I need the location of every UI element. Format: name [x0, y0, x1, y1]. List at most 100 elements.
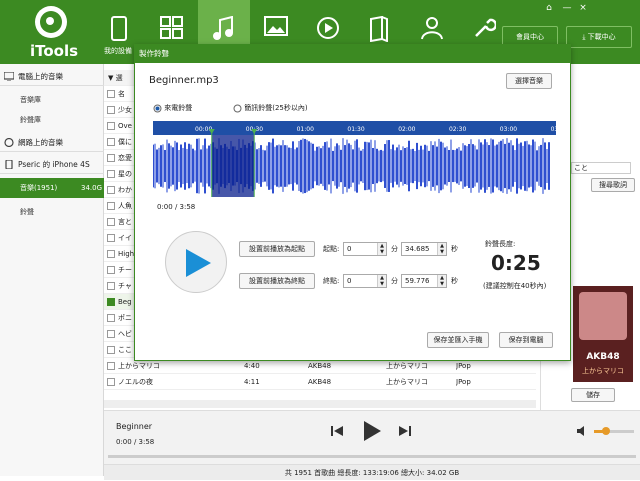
- start-label: 起點:: [323, 245, 340, 253]
- row-title: High: [118, 250, 135, 258]
- sidebar-device[interactable]: Pseric 的 iPhone 4S: [0, 156, 104, 174]
- sidebar-section-online-label: 網路上的音樂: [18, 138, 63, 147]
- sidebar-item-device-music[interactable]: 音樂(1951) 34.0G: [0, 178, 104, 198]
- row-title: チー: [118, 266, 132, 274]
- sidebar-item-device-music-label: 音樂(1951): [20, 184, 58, 192]
- row-checkbox[interactable]: [107, 202, 115, 210]
- list-scrollbar[interactable]: [104, 400, 536, 408]
- row-checkbox[interactable]: [107, 218, 115, 226]
- row-checkbox[interactable]: [107, 122, 115, 130]
- sidebar-device-label: Pseric 的 iPhone 4S: [18, 160, 90, 169]
- sidebar-item-device-ringtone[interactable]: 鈴聲: [0, 202, 104, 222]
- ringtone-dialog: 製作鈴聲 Beginner.mp3 選擇音樂 來電鈴聲 簡訊鈴聲(25秒以內) …: [134, 44, 571, 361]
- row-checkbox[interactable]: [107, 266, 115, 274]
- row-title: Beg: [118, 298, 132, 306]
- tick-label: 01:30: [347, 126, 364, 133]
- radio-sms[interactable]: 簡訊鈴聲(25秒以內): [233, 103, 308, 113]
- row-checkbox[interactable]: [107, 90, 115, 98]
- row-checkbox[interactable]: [107, 170, 115, 178]
- sidebar-item-ringtone-library[interactable]: 鈴聲庫: [0, 110, 104, 130]
- home-icon[interactable]: ⌂: [542, 2, 556, 14]
- row-title: 人魚: [118, 202, 132, 210]
- dialog-title: 製作鈴聲: [135, 45, 570, 63]
- tick-label: 03:30: [551, 126, 556, 133]
- player-time: 0:00 / 3:58: [116, 438, 155, 446]
- row-checkbox[interactable]: [107, 362, 115, 370]
- row-title: 言と: [118, 218, 132, 226]
- row-checkbox[interactable]: [107, 154, 115, 162]
- tick-label: 02:30: [449, 126, 466, 133]
- length-value: 0:25: [491, 251, 541, 275]
- length-hint: (建議控制在40秒內): [483, 282, 547, 290]
- waveform-time: 0:00 / 3:58: [157, 203, 196, 211]
- sidebar-section-computer-label: 電腦上的音樂: [18, 72, 63, 81]
- album-cover: AKB48 上からマリコ: [573, 286, 633, 382]
- play-icon[interactable]: [362, 420, 382, 442]
- lyrics-text: こと: [571, 162, 631, 174]
- end-sec-unit: 秒: [451, 277, 458, 285]
- row-checkbox[interactable]: [107, 378, 115, 386]
- row-title: わか: [118, 186, 132, 194]
- radio-incoming-icon: [153, 104, 162, 112]
- select-music-button[interactable]: 選擇音樂: [506, 73, 552, 89]
- wrench-icon: [475, 18, 496, 37]
- table-row[interactable]: ノエルの夜 4:11 AKB48 上からマリコ JPop: [104, 374, 536, 390]
- set-end-button[interactable]: 設置前播放為終點: [239, 273, 315, 289]
- phone-small-icon: [5, 160, 13, 169]
- row-title: ヘビ: [118, 330, 132, 338]
- status-bar: 共 1951 首歌曲 總長度: 133:19:06 總大小: 34.02 GB: [104, 464, 640, 480]
- big-play-icon: [186, 249, 211, 277]
- row-checkbox[interactable]: [107, 250, 115, 258]
- start-min-unit: 分: [391, 245, 398, 253]
- itools-logo: [35, 6, 67, 38]
- close-button[interactable]: ×: [576, 2, 590, 14]
- save-to-pc-button[interactable]: 保存到電腦: [499, 332, 553, 348]
- volume-icon[interactable]: [576, 425, 588, 437]
- row-checkbox[interactable]: [107, 314, 115, 322]
- row-title: ここ: [118, 346, 132, 354]
- dialog-filename: Beginner.mp3: [149, 75, 219, 86]
- row-checkbox[interactable]: [107, 330, 115, 338]
- album-subcaption: 上からマリコ: [582, 367, 624, 375]
- row-time: 4:11: [244, 378, 260, 386]
- person-icon: [421, 17, 443, 40]
- sidebar-item-music-library[interactable]: 音樂庫: [0, 90, 104, 110]
- row-checkbox[interactable]: [107, 186, 115, 194]
- sidebar-section-computer[interactable]: 電腦上的音樂: [0, 68, 104, 86]
- tick-label: 02:00: [398, 126, 415, 133]
- radio-incoming[interactable]: 來電鈴聲: [153, 103, 192, 113]
- next-icon[interactable]: [398, 424, 412, 438]
- length-label: 鈴聲長度:: [485, 240, 516, 248]
- end-sec-input[interactable]: 59.776 ▲ ▼: [401, 274, 447, 288]
- row-checkbox[interactable]: [107, 346, 115, 354]
- previous-icon[interactable]: [330, 424, 344, 438]
- waveform[interactable]: 00:0000:3001:0001:3002:0002:3003:0003:30: [153, 121, 556, 197]
- row-checkbox[interactable]: [107, 106, 115, 114]
- row-checkbox[interactable]: [107, 138, 115, 146]
- start-sec-input[interactable]: 34.685 ▲ ▼: [401, 242, 447, 256]
- row-checkbox[interactable]: [107, 298, 115, 306]
- row-title: Ove: [118, 122, 132, 130]
- end-min-input[interactable]: 0 ▲ ▼: [343, 274, 387, 288]
- save-import-phone-button[interactable]: 保存並匯入手機: [427, 332, 489, 348]
- set-start-button[interactable]: 設置前播放為起點: [239, 241, 315, 257]
- download-center-button[interactable]: ⤓ 下載中心: [566, 26, 632, 48]
- preview-play-button[interactable]: [165, 231, 227, 293]
- row-title: ノエルの夜: [118, 378, 153, 386]
- player-bar: Beginner 0:00 / 3:58: [104, 410, 640, 464]
- sidebar: 電腦上的音樂 音樂庫 鈴聲庫 網路上的音樂 Pseric 的 iPhone 4S…: [0, 64, 104, 476]
- save-cover-button[interactable]: 儲存: [571, 388, 615, 402]
- row-title: イイ: [118, 234, 132, 242]
- row-checkbox[interactable]: [107, 282, 115, 290]
- search-lyrics-button[interactable]: 搜尋歌詞: [591, 178, 635, 192]
- tick-label: 03:00: [500, 126, 517, 133]
- start-min-input[interactable]: 0 ▲ ▼: [343, 242, 387, 256]
- book-icon: [370, 16, 388, 42]
- row-title: チャ: [118, 282, 132, 290]
- row-genre: JPop: [456, 378, 471, 386]
- minimize-button[interactable]: —: [560, 2, 574, 14]
- sidebar-section-online[interactable]: 網路上的音樂: [0, 134, 104, 152]
- volume-slider[interactable]: [594, 427, 634, 435]
- row-checkbox[interactable]: [107, 234, 115, 242]
- player-progress[interactable]: [108, 455, 636, 458]
